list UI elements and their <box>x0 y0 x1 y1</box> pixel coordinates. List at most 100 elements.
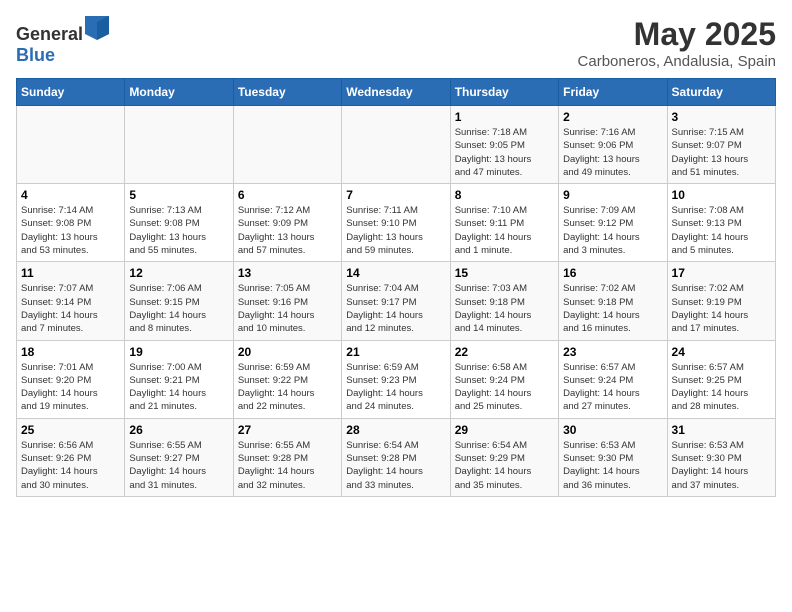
calendar-cell: 10 Sunrise: 7:08 AM Sunset: 9:13 PM Dayli… <box>667 184 775 262</box>
day-number: 19 <box>129 345 228 359</box>
day-info: Sunrise: 7:07 AM Sunset: 9:14 PM Dayligh… <box>21 282 120 335</box>
day-info: Sunrise: 7:08 AM Sunset: 9:13 PM Dayligh… <box>672 204 771 257</box>
calendar-cell: 27 Sunrise: 6:55 AM Sunset: 9:28 PM Dayli… <box>233 418 341 496</box>
calendar-cell: 20Sunrise: 6:59 AM Sunset: 9:22 PM Dayli… <box>233 340 341 418</box>
calendar-cell: 6 Sunrise: 7:12 AM Sunset: 9:09 PM Daylig… <box>233 184 341 262</box>
day-number: 14 <box>346 266 445 280</box>
header-thursday: Thursday <box>450 79 558 106</box>
day-info: Sunrise: 6:57 AM Sunset: 9:25 PM Dayligh… <box>672 361 771 414</box>
day-info: Sunrise: 7:18 AM Sunset: 9:05 PM Dayligh… <box>455 126 554 179</box>
day-number: 13 <box>238 266 337 280</box>
day-info: Sunrise: 6:57 AM Sunset: 9:24 PM Dayligh… <box>563 361 662 414</box>
day-number: 7 <box>346 188 445 202</box>
day-number: 21 <box>346 345 445 359</box>
calendar-cell: 31Sunrise: 6:53 AM Sunset: 9:30 PM Dayli… <box>667 418 775 496</box>
week-row-2: 4Sunrise: 7:14 AM Sunset: 9:08 PM Daylig… <box>17 184 776 262</box>
day-info: Sunrise: 6:54 AM Sunset: 9:29 PM Dayligh… <box>455 439 554 492</box>
calendar-cell: 30Sunrise: 6:53 AM Sunset: 9:30 PM Dayli… <box>559 418 667 496</box>
day-number: 16 <box>563 266 662 280</box>
day-number: 23 <box>563 345 662 359</box>
logo: General Blue <box>16 16 109 66</box>
calendar-cell: 15 Sunrise: 7:03 AM Sunset: 9:18 PM Dayli… <box>450 262 558 340</box>
header-tuesday: Tuesday <box>233 79 341 106</box>
calendar-cell: 16 Sunrise: 7:02 AM Sunset: 9:18 PM Dayli… <box>559 262 667 340</box>
week-row-5: 25 Sunrise: 6:56 AM Sunset: 9:26 PM Dayli… <box>17 418 776 496</box>
day-number: 2 <box>563 110 662 124</box>
day-info: Sunrise: 6:55 AM Sunset: 9:27 PM Dayligh… <box>129 439 228 492</box>
day-number: 18 <box>21 345 120 359</box>
calendar-cell: 22Sunrise: 6:58 AM Sunset: 9:24 PM Dayli… <box>450 340 558 418</box>
calendar-cell: 3Sunrise: 7:15 AM Sunset: 9:07 PM Daylig… <box>667 106 775 184</box>
title-area: May 2025 Carboneros, Andalusia, Spain <box>578 16 776 70</box>
day-number: 26 <box>129 423 228 437</box>
calendar-cell: 24 Sunrise: 6:57 AM Sunset: 9:25 PM Dayli… <box>667 340 775 418</box>
calendar-cell: 19 Sunrise: 7:00 AM Sunset: 9:21 PM Dayli… <box>125 340 233 418</box>
month-title: May 2025 <box>578 16 776 53</box>
day-info: Sunrise: 7:13 AM Sunset: 9:08 PM Dayligh… <box>129 204 228 257</box>
calendar-cell: 2 Sunrise: 7:16 AM Sunset: 9:06 PM Daylig… <box>559 106 667 184</box>
calendar-cell: 29 Sunrise: 6:54 AM Sunset: 9:29 PM Dayli… <box>450 418 558 496</box>
day-info: Sunrise: 6:58 AM Sunset: 9:24 PM Dayligh… <box>455 361 554 414</box>
week-row-1: 1Sunrise: 7:18 AM Sunset: 9:05 PM Daylig… <box>17 106 776 184</box>
day-info: Sunrise: 7:16 AM Sunset: 9:06 PM Dayligh… <box>563 126 662 179</box>
calendar-cell: 11 Sunrise: 7:07 AM Sunset: 9:14 PM Dayli… <box>17 262 125 340</box>
day-info: Sunrise: 7:00 AM Sunset: 9:21 PM Dayligh… <box>129 361 228 414</box>
logo-icon <box>85 16 109 40</box>
location-title: Carboneros, Andalusia, Spain <box>578 53 776 70</box>
calendar-table: Sunday Monday Tuesday Wednesday Thursday… <box>16 78 776 497</box>
day-info: Sunrise: 6:53 AM Sunset: 9:30 PM Dayligh… <box>672 439 771 492</box>
week-row-3: 11 Sunrise: 7:07 AM Sunset: 9:14 PM Dayli… <box>17 262 776 340</box>
day-info: Sunrise: 6:55 AM Sunset: 9:28 PM Dayligh… <box>238 439 337 492</box>
calendar-cell: 25 Sunrise: 6:56 AM Sunset: 9:26 PM Dayli… <box>17 418 125 496</box>
day-number: 27 <box>238 423 337 437</box>
day-info: Sunrise: 7:15 AM Sunset: 9:07 PM Dayligh… <box>672 126 771 179</box>
day-number: 5 <box>129 188 228 202</box>
calendar-cell: 9Sunrise: 7:09 AM Sunset: 9:12 PM Daylig… <box>559 184 667 262</box>
day-info: Sunrise: 7:09 AM Sunset: 9:12 PM Dayligh… <box>563 204 662 257</box>
day-number: 29 <box>455 423 554 437</box>
day-number: 8 <box>455 188 554 202</box>
header-friday: Friday <box>559 79 667 106</box>
day-info: Sunrise: 7:01 AM Sunset: 9:20 PM Dayligh… <box>21 361 120 414</box>
day-info: Sunrise: 7:06 AM Sunset: 9:15 PM Dayligh… <box>129 282 228 335</box>
calendar-cell: 18 Sunrise: 7:01 AM Sunset: 9:20 PM Dayli… <box>17 340 125 418</box>
day-number: 12 <box>129 266 228 280</box>
calendar-cell <box>233 106 341 184</box>
calendar-cell <box>17 106 125 184</box>
calendar-cell: 14 Sunrise: 7:04 AM Sunset: 9:17 PM Dayli… <box>342 262 450 340</box>
day-info: Sunrise: 7:02 AM Sunset: 9:18 PM Dayligh… <box>563 282 662 335</box>
header-sunday: Sunday <box>17 79 125 106</box>
week-row-4: 18 Sunrise: 7:01 AM Sunset: 9:20 PM Dayli… <box>17 340 776 418</box>
day-info: Sunrise: 7:04 AM Sunset: 9:17 PM Dayligh… <box>346 282 445 335</box>
day-number: 15 <box>455 266 554 280</box>
header-monday: Monday <box>125 79 233 106</box>
calendar-cell: 12 Sunrise: 7:06 AM Sunset: 9:15 PM Dayli… <box>125 262 233 340</box>
calendar-cell: 4Sunrise: 7:14 AM Sunset: 9:08 PM Daylig… <box>17 184 125 262</box>
day-info: Sunrise: 7:02 AM Sunset: 9:19 PM Dayligh… <box>672 282 771 335</box>
calendar-cell: 21 Sunrise: 6:59 AM Sunset: 9:23 PM Dayli… <box>342 340 450 418</box>
calendar-cell <box>342 106 450 184</box>
logo-text-general: General <box>16 24 83 44</box>
day-info: Sunrise: 6:59 AM Sunset: 9:23 PM Dayligh… <box>346 361 445 414</box>
day-number: 11 <box>21 266 120 280</box>
day-info: Sunrise: 6:56 AM Sunset: 9:26 PM Dayligh… <box>21 439 120 492</box>
day-info: Sunrise: 7:05 AM Sunset: 9:16 PM Dayligh… <box>238 282 337 335</box>
day-header-row: Sunday Monday Tuesday Wednesday Thursday… <box>17 79 776 106</box>
calendar-cell: 8 Sunrise: 7:10 AM Sunset: 9:11 PM Daylig… <box>450 184 558 262</box>
day-number: 24 <box>672 345 771 359</box>
header-wednesday: Wednesday <box>342 79 450 106</box>
page-header: General Blue May 2025 Carboneros, Andalu… <box>16 16 776 70</box>
day-number: 20 <box>238 345 337 359</box>
header-saturday: Saturday <box>667 79 775 106</box>
day-number: 25 <box>21 423 120 437</box>
day-info: Sunrise: 7:11 AM Sunset: 9:10 PM Dayligh… <box>346 204 445 257</box>
day-info: Sunrise: 7:12 AM Sunset: 9:09 PM Dayligh… <box>238 204 337 257</box>
day-info: Sunrise: 7:10 AM Sunset: 9:11 PM Dayligh… <box>455 204 554 257</box>
day-number: 28 <box>346 423 445 437</box>
calendar-cell: 28Sunrise: 6:54 AM Sunset: 9:28 PM Dayli… <box>342 418 450 496</box>
calendar-cell: 5 Sunrise: 7:13 AM Sunset: 9:08 PM Daylig… <box>125 184 233 262</box>
calendar-cell <box>125 106 233 184</box>
day-number: 10 <box>672 188 771 202</box>
day-info: Sunrise: 7:03 AM Sunset: 9:18 PM Dayligh… <box>455 282 554 335</box>
day-number: 6 <box>238 188 337 202</box>
